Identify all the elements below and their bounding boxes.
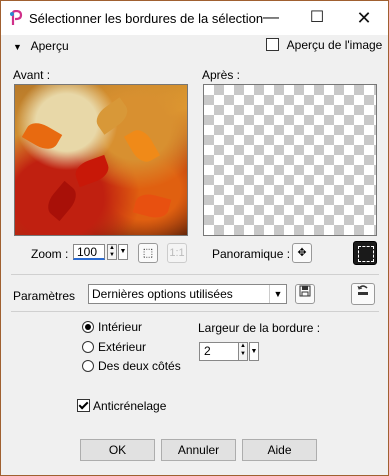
checkbox-box[interactable] [266, 38, 279, 51]
option-exterior-label: Extérieur [98, 340, 147, 354]
zoom-spinner[interactable]: ▲ ▼ [107, 244, 117, 260]
zoom-actual-size-icon: 1:1 [167, 243, 187, 263]
reset-preset-icon[interactable] [351, 283, 375, 305]
radio-interior[interactable] [82, 321, 94, 333]
border-width-spinner[interactable]: ▲ ▼ [238, 342, 248, 361]
radio-exterior[interactable] [82, 341, 94, 353]
before-preview-image[interactable] [14, 84, 188, 236]
cancel-button[interactable]: Annuler [161, 439, 236, 461]
pan-move-icon[interactable]: ✥ [292, 243, 312, 263]
selection-marquee-icon[interactable] [353, 241, 377, 265]
option-exterior[interactable]: Extérieur [82, 340, 146, 354]
border-width-label: Largeur de la bordure : [198, 321, 321, 335]
antialias-checkbox[interactable]: Anticrénelage [77, 399, 166, 413]
leaf-shape [42, 180, 82, 222]
preview-toggle-label: Aperçu [30, 39, 69, 53]
preview-toggle[interactable]: ▼ Aperçu [13, 39, 69, 53]
checkbox-box[interactable] [77, 399, 90, 412]
dialog-window: Sélectionner les bordures de la sélectio… [0, 0, 389, 476]
paintshop-icon [9, 9, 23, 26]
separator [11, 274, 379, 275]
option-both-label: Des deux côtés [98, 359, 181, 373]
leaf-shape [72, 154, 112, 188]
after-preview-image[interactable] [203, 84, 377, 236]
pan-label: Panoramique : [212, 247, 291, 261]
title-bar: Sélectionner les bordures de la sélectio… [1, 1, 388, 35]
maximize-icon[interactable]: ☐ [294, 1, 340, 35]
spin-down-icon[interactable]: ▼ [108, 252, 116, 259]
leaf-shape [91, 97, 133, 135]
minimize-icon[interactable]: — [248, 1, 294, 35]
help-button[interactable]: Aide [242, 439, 317, 461]
save-icon[interactable] [295, 284, 315, 304]
preset-select-value: Dernières options utilisées [92, 287, 233, 301]
zoom-dropdown-icon[interactable]: ▼ [118, 244, 128, 260]
close-icon[interactable]: ✕ [341, 1, 387, 35]
zoom-input[interactable]: 100 [73, 244, 105, 260]
border-width-dropdown-icon[interactable]: ▼ [249, 342, 259, 361]
zoom-fit-icon[interactable]: ⬚ [138, 243, 158, 263]
image-preview-checkbox[interactable]: Aperçu de l'image [266, 38, 382, 52]
antialias-label: Anticrénelage [93, 399, 167, 413]
spin-up-icon[interactable]: ▲ [108, 245, 116, 252]
before-label: Avant : [13, 68, 51, 82]
after-label: Après : [202, 68, 241, 82]
leaf-shape [21, 117, 63, 155]
ok-button[interactable]: OK [80, 439, 155, 461]
image-preview-label: Aperçu de l'image [286, 38, 383, 52]
option-interior[interactable]: Intérieur [82, 320, 142, 334]
radio-both[interactable] [82, 360, 94, 372]
leaf-shape [132, 190, 172, 222]
collapse-triangle-icon: ▼ [13, 42, 22, 52]
separator [11, 311, 379, 312]
option-both[interactable]: Des deux côtés [82, 359, 181, 373]
spin-up-icon[interactable]: ▲ [239, 343, 247, 351]
leaf-shape [123, 125, 161, 167]
window-title: Sélectionner les bordures de la sélectio… [29, 11, 264, 26]
option-interior-label: Intérieur [98, 320, 143, 334]
zoom-label: Zoom : [31, 247, 69, 261]
chevron-down-icon[interactable]: ▼ [269, 285, 286, 303]
preset-select[interactable]: Dernières options utilisées ▼ [88, 284, 287, 304]
params-label: Paramètres [13, 289, 76, 303]
border-width-input[interactable]: 2 [199, 342, 239, 361]
spin-down-icon[interactable]: ▼ [239, 351, 247, 359]
